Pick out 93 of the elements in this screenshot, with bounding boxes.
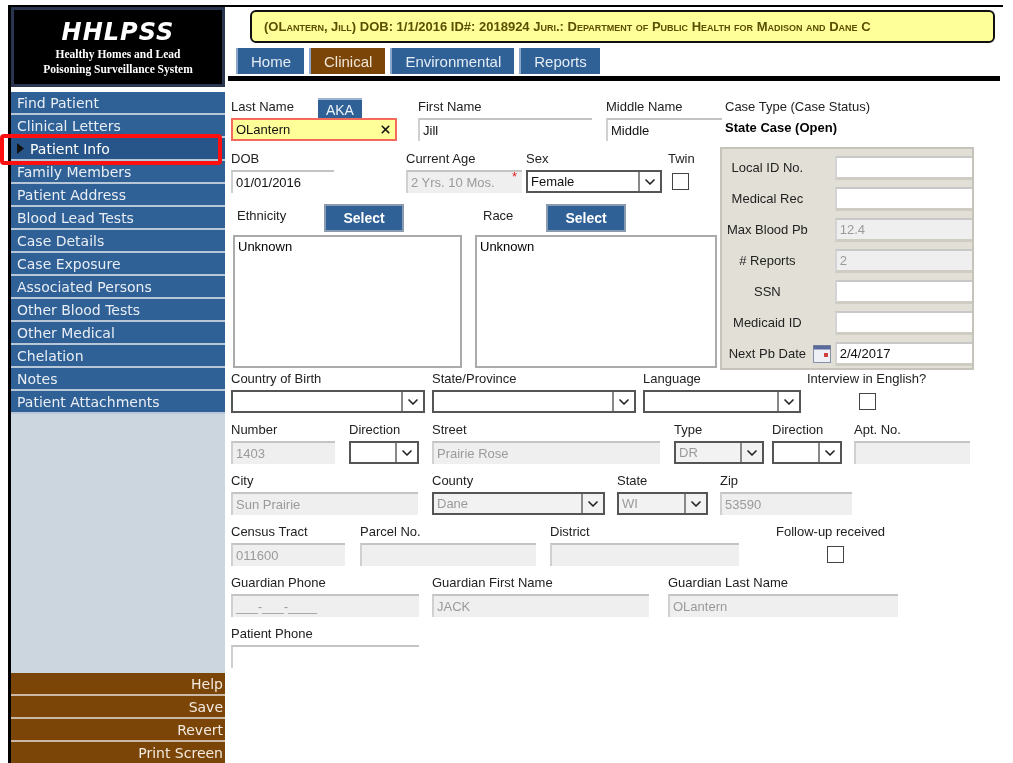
list-box[interactable]: Unknown: [475, 235, 717, 368]
field-label: Case Type (Case Status): [725, 99, 871, 115]
field-label: Medicaid ID: [732, 315, 803, 330]
field-label: Follow-up received: [776, 524, 886, 540]
text-field[interactable]: [834, 279, 972, 304]
sidebar-item[interactable]: Find Patient: [11, 92, 225, 115]
dropdown[interactable]: [432, 390, 636, 413]
field-label: Last Name: [231, 99, 294, 115]
logo-subtitle: Healthy Homes and Lead: [55, 47, 181, 61]
sidebar-item[interactable]: Case Exposure: [11, 253, 225, 276]
sidebar-item[interactable]: Patient Attachments: [11, 391, 225, 414]
sidebar-item[interactable]: Other Blood Tests: [11, 299, 225, 322]
select-button[interactable]: Select: [324, 204, 404, 232]
field-label: Language: [643, 371, 701, 387]
logo-title: HHLPSS: [61, 18, 175, 46]
field-label: Guardian Phone: [231, 575, 326, 591]
nav-tab[interactable]: Environmental: [390, 48, 515, 74]
field-label: City: [231, 473, 254, 489]
sidebar-item[interactable]: Chelation: [11, 345, 225, 368]
sidebar-item[interactable]: Patient Info: [11, 138, 225, 161]
field-label: Race: [482, 208, 515, 224]
list-entry[interactable]: Unknown: [480, 239, 712, 254]
field-label: Next Pb Date: [727, 346, 808, 361]
checkbox[interactable]: [827, 546, 844, 563]
dropdown[interactable]: Female: [526, 170, 662, 193]
field-label: Street: [432, 422, 467, 438]
nav-tab[interactable]: Reports: [519, 48, 600, 74]
action-button[interactable]: Print Screen: [11, 742, 225, 763]
field-label: Guardian Last Name: [668, 575, 788, 591]
checkbox[interactable]: [859, 393, 876, 410]
dropdown[interactable]: [772, 441, 842, 464]
field-label: Parcel No.: [360, 524, 421, 540]
field-label: Guardian First Name: [432, 575, 553, 591]
sidebar-item[interactable]: Case Details: [11, 230, 225, 253]
action-button[interactable]: Help: [11, 673, 225, 696]
pointer-icon: [17, 143, 24, 154]
sidebar-item[interactable]: Associated Persons: [11, 276, 225, 299]
select-button[interactable]: Select: [546, 204, 626, 232]
field-label: Census Tract: [231, 524, 308, 540]
list-entry[interactable]: Unknown: [238, 239, 457, 254]
list-box[interactable]: Unknown: [233, 235, 462, 368]
field-label: First Name: [418, 99, 482, 115]
sidebar-item[interactable]: Other Medical: [11, 322, 225, 345]
field-label: Max Blood Pb: [725, 222, 809, 237]
text-field[interactable]: Middle: [606, 118, 722, 141]
nav-tab[interactable]: Clinical: [309, 48, 386, 74]
field-label: DOB: [231, 151, 260, 167]
field-label: Current Age: [406, 151, 476, 167]
field-label: Direction: [772, 422, 824, 438]
field-label: Patient Phone: [231, 626, 313, 642]
nav-tab[interactable]: Home: [236, 48, 304, 74]
text-field[interactable]: OLantern: [231, 118, 397, 141]
calendar-icon[interactable]: [812, 344, 831, 363]
patient-banner: (OLantern, Jill) DOB: 1/1/2016 ID#: 2018924 Juri.: Department of Public Health for Madison and Dane C: [250, 10, 995, 43]
field-label: Interview in English?: [807, 371, 927, 387]
action-button[interactable]: Save: [11, 696, 225, 719]
field-label: Country of Birth: [231, 371, 322, 387]
field-label: Medical Rec: [730, 191, 805, 206]
field-label: SSN: [753, 284, 782, 299]
field-label: Number: [231, 422, 278, 438]
date-field[interactable]: 2/4/2017: [834, 341, 972, 366]
field-label: Middle Name: [606, 99, 683, 115]
field-label: Direction: [349, 422, 401, 438]
text-field[interactable]: [834, 310, 972, 335]
text-field[interactable]: Jill: [418, 118, 592, 141]
text-field[interactable]: [834, 186, 972, 211]
field-label: District: [550, 524, 590, 540]
sidebar-item[interactable]: Blood Lead Tests: [11, 207, 225, 230]
field-label: State/Province: [432, 371, 517, 387]
clear-icon[interactable]: [379, 123, 392, 136]
action-button[interactable]: Revert: [11, 719, 225, 742]
case-status: State Case (Open): [725, 120, 838, 135]
sidebar-item[interactable]: Notes: [11, 368, 225, 391]
aka-tab[interactable]: AKA: [317, 98, 362, 120]
field-label: State: [617, 473, 648, 489]
text-field[interactable]: 01/01/2016: [231, 170, 334, 193]
checkbox[interactable]: [672, 173, 689, 190]
field-label: Local ID No.: [730, 160, 805, 175]
dropdown[interactable]: [231, 390, 425, 413]
field-label: Ethnicity: [236, 208, 288, 224]
text-field[interactable]: [834, 155, 972, 180]
field-label: County: [432, 473, 474, 489]
logo-subtitle: Poisoning Surveillance System: [43, 62, 193, 76]
field-label: # Reports: [738, 253, 797, 268]
field-label: Apt. No.: [854, 422, 901, 438]
dropdown[interactable]: [643, 390, 801, 413]
sidebar-item[interactable]: Patient Address: [11, 184, 225, 207]
field-label: Type: [674, 422, 703, 438]
dropdown[interactable]: [349, 441, 419, 464]
field-label: Sex: [526, 151, 549, 167]
field-label: Zip: [720, 473, 739, 489]
required-mark: *: [512, 169, 519, 184]
field-label: Twin: [668, 151, 695, 167]
